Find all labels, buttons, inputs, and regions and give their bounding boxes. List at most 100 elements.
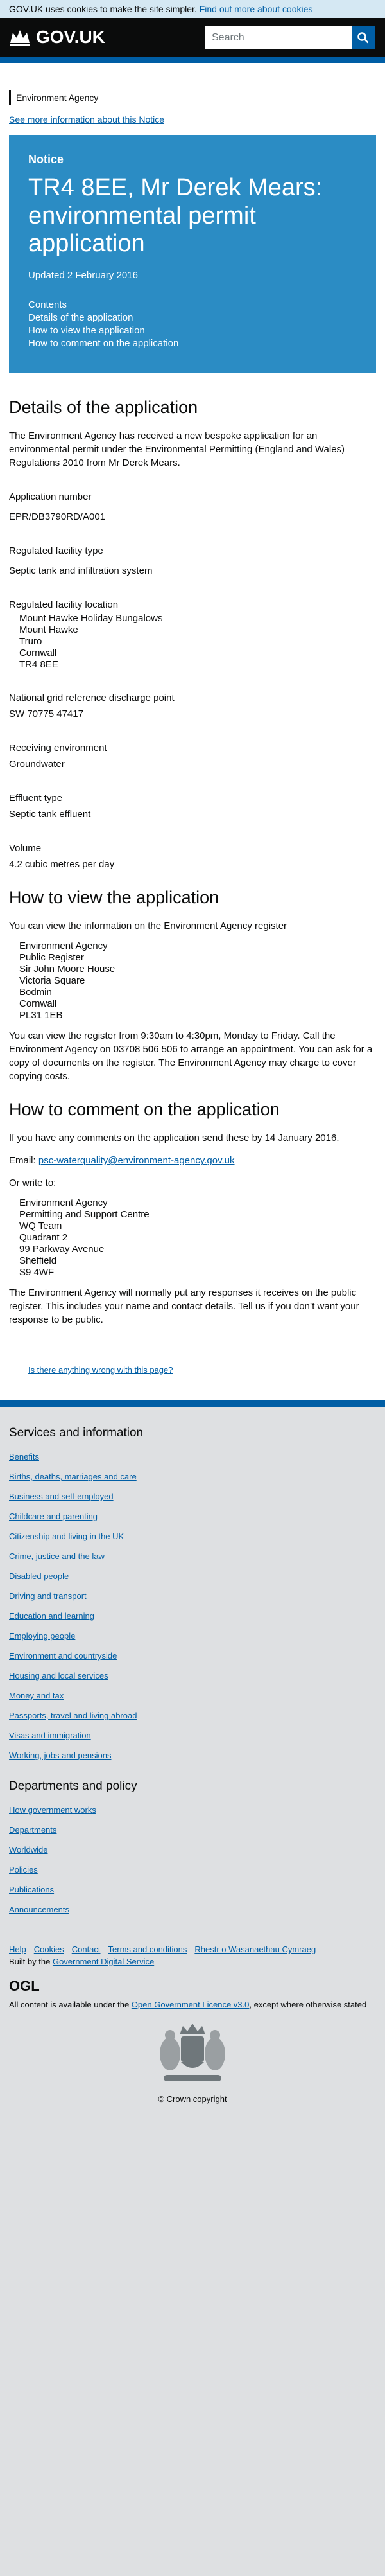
footer-link[interactable]: Passports, travel and living abroad [9,1711,137,1720]
volume-value: 4.2 cubic metres per day [9,859,115,870]
address-line: Bodmin [19,987,52,998]
footer-link[interactable]: Environment and countryside [9,1651,117,1661]
crown-copyright[interactable]: © Crown copyright [9,2094,376,2104]
comment-intro: If you have any comments on the applicat… [9,1133,339,1144]
footer-meta-links: Help Cookies Contact Terms and condition… [9,1945,376,1954]
facility-type-label: Regulated facility type [9,545,103,557]
address-line: Victoria Square [19,975,85,987]
contents-link-view[interactable]: How to view the application [28,324,357,337]
footer-link[interactable]: Publications [9,1885,54,1894]
receiving-environment: Receiving environment Groundwater [9,743,376,771]
services-list: Benefits Births, deaths, marriages and c… [9,1447,376,1765]
view-heading: How to view the application [9,888,219,908]
contents-link-comment[interactable]: How to comment on the application [28,337,357,350]
contents-heading: Contents [28,299,67,311]
application-number-value: EPR/DB3790RD/A001 [9,511,106,523]
footer-link[interactable]: Childcare and parenting [9,1512,98,1521]
licence-link[interactable]: Open Government Licence v3.0 [132,2000,250,2009]
write-label: Or write to: [9,1178,56,1189]
ogl-logo: OGL [9,1978,40,1994]
footer-link[interactable]: Crime, justice and the law [9,1551,105,1561]
footer-link[interactable]: Births, deaths, marriages and care [9,1472,137,1481]
cookie-link[interactable]: Find out more about cookies [200,4,313,14]
organisation-logo[interactable]: Environment Agency [9,90,376,105]
address-line: Cornwall [19,998,57,1010]
footer-link[interactable]: Worldwide [9,1845,47,1855]
built-by: Built by the Government Digital Service [9,1957,376,1966]
search-button[interactable] [352,26,375,49]
govuk-logo[interactable]: GOV.UK [9,27,105,48]
footer-link[interactable]: Departments [9,1825,56,1835]
address-line: WQ Team [19,1221,62,1232]
footer-link[interactable]: Education and learning [9,1611,94,1621]
cookies-link[interactable]: Cookies [34,1945,64,1954]
address-line: Mount Hawke [19,624,78,636]
search-input[interactable] [205,26,352,49]
footer-link[interactable]: Citizenship and living in the UK [9,1531,124,1541]
updated-date: Updated 2 February 2016 [28,270,138,281]
report-problem-link[interactable]: Is there anything wrong with this page? [28,1365,376,1375]
departments-heading: Departments and policy [9,1779,137,1793]
footer-link[interactable]: Announcements [9,1905,69,1914]
hero-banner: Notice TR4 8EE, Mr Derek Mears: environm… [9,135,376,374]
crown-icon [10,30,30,46]
footer-link[interactable]: Visas and immigration [9,1731,91,1740]
logo-text: GOV.UK [36,27,105,47]
receiving-environment-label: Receiving environment [9,743,107,754]
built-by-text: Built by the [9,1957,51,1966]
register-address: Environment Agency Public Register Sir J… [19,940,376,1021]
volume: Volume 4.2 cubic metres per day [9,843,376,871]
effluent-type-value: Septic tank effluent [9,809,91,820]
application-number: Application number EPR/DB3790RD/A001 [9,491,376,524]
grid-reference: National grid reference discharge point … [9,693,376,721]
page-title: TR4 8EE, Mr Derek Mears: environmental p… [28,174,323,258]
address-line: TR4 8EE [19,659,58,671]
main-content: Environment Agency See more information … [0,90,385,1375]
facility-type: Regulated facility type Septic tank and … [9,545,376,578]
grid-reference-value: SW 70775 47417 [9,709,83,720]
footer-link[interactable]: Money and tax [9,1691,64,1700]
address-line: Environment Agency [19,940,108,952]
footer-link[interactable]: Benefits [9,1452,39,1461]
licence-text: All content is available under the Open … [9,2000,376,2009]
receiving-environment-value: Groundwater [9,759,65,770]
comment-address: Environment Agency Permitting and Suppor… [19,1197,376,1278]
more-info-link[interactable]: See more information about this Notice [9,114,376,125]
gds-link[interactable]: Government Digital Service [53,1957,154,1966]
help-link[interactable]: Help [9,1945,26,1954]
grid-reference-label: National grid reference discharge point [9,693,175,704]
application-number-label: Application number [9,491,92,503]
facility-type-value: Septic tank and infiltration system [9,565,153,577]
cookie-text: GOV.UK uses cookies to make the site sim… [9,4,197,14]
footer-link[interactable]: Driving and transport [9,1591,87,1601]
contents-list: Contents Details of the application How … [28,299,357,350]
facility-location-address: Mount Hawke Holiday Bungalows Mount Hawk… [19,613,376,671]
address-line: Sir John Moore House [19,964,116,975]
footer-link[interactable]: Disabled people [9,1571,69,1581]
email-label: Email: [9,1155,36,1167]
details-intro: The Environment Agency has received a ne… [9,430,345,469]
departments-list: How government works Departments Worldwi… [9,1800,376,1919]
effluent-type: Effluent type Septic tank effluent [9,793,376,821]
footer-link[interactable]: Policies [9,1865,38,1875]
address-line: Environment Agency [19,1197,108,1209]
footer-link[interactable]: Employing people [9,1631,75,1641]
contents-link-details[interactable]: Details of the application [28,312,357,324]
address-line: Mount Hawke Holiday Bungalows [19,613,163,624]
address-line: Quadrant 2 [19,1232,68,1244]
address-line: 99 Parkway Avenue [19,1244,105,1255]
effluent-type-label: Effluent type [9,793,63,804]
welsh-services-link[interactable]: Rhestr o Wasanaethau Cymraeg [194,1945,316,1954]
footer-link[interactable]: Business and self-employed [9,1492,114,1501]
details-heading: Details of the application [9,398,198,418]
comment-heading: How to comment on the application [9,1100,280,1120]
contact-link[interactable]: Contact [72,1945,101,1954]
footer-link[interactable]: Working, jobs and pensions [9,1751,111,1760]
view-hours: You can view the register from 9:30am to… [9,1030,373,1082]
email-link[interactable]: psc-waterquality@environment-agency.gov.… [38,1155,235,1166]
footer-link[interactable]: How government works [9,1805,96,1815]
licence-suffix: , except where otherwise stated [249,2000,367,2009]
terms-link[interactable]: Terms and conditions [108,1945,187,1954]
footer-link[interactable]: Housing and local services [9,1671,108,1681]
site-footer: Services and information Benefits Births… [0,1400,385,2576]
